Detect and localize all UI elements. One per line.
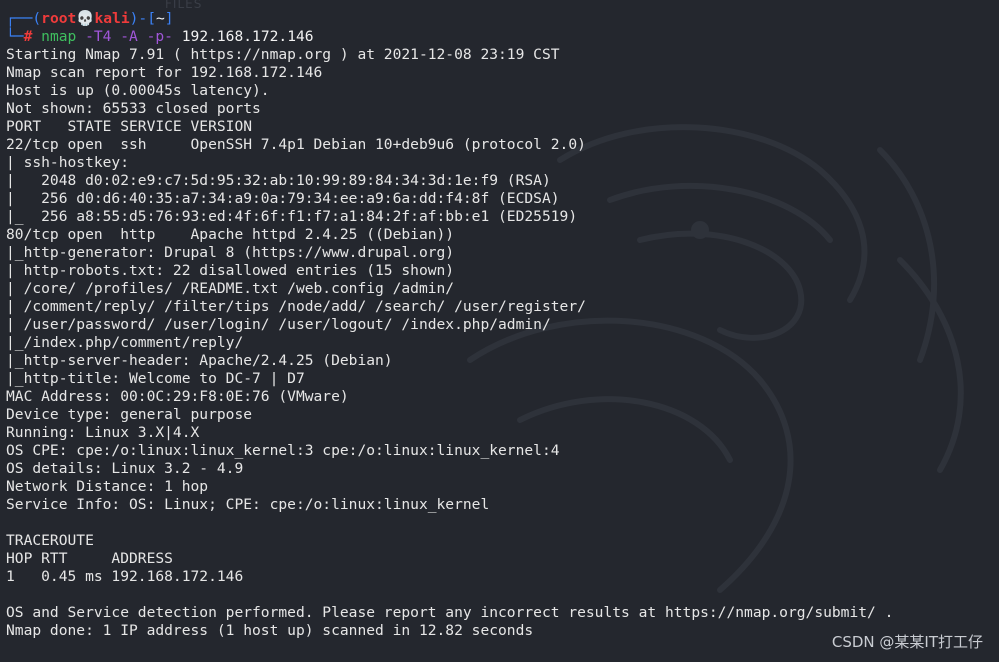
output-line: |_/index.php/comment/reply/ bbox=[6, 334, 244, 351]
prompt-line-2[interactable]: └─# nmap -T4 -A -p- 192.168.172.146 bbox=[6, 28, 993, 46]
prompt-corner-top: ┌──( bbox=[6, 10, 42, 27]
output-line: Running: Linux 3.X|4.X bbox=[6, 424, 200, 441]
output-line: PORT STATE SERVICE VERSION bbox=[6, 118, 253, 135]
command-argument: 192.168.172.146 bbox=[172, 28, 314, 45]
output-line: OS CPE: cpe:/o:linux:linux_kernel:3 cpe:… bbox=[6, 442, 560, 459]
prompt-line-1: ┌──(root💀kali)-[~] bbox=[6, 10, 993, 28]
output-line: |_http-title: Welcome to DC-7 | D7 bbox=[6, 370, 305, 387]
output-line: Device type: general purpose bbox=[6, 406, 253, 423]
output-line: Not shown: 65533 closed ports bbox=[6, 100, 261, 117]
output-line: Starting Nmap 7.91 ( https://nmap.org ) … bbox=[6, 46, 560, 63]
output-line: | ssh-hostkey: bbox=[6, 154, 138, 171]
terminal-window[interactable]: FILES ┌──(root💀kali)-[~] └─# nmap -T4 -A… bbox=[0, 0, 999, 662]
command-options: -T4 -A -p- bbox=[76, 28, 173, 45]
output-line: Network Distance: 1 hop bbox=[6, 478, 209, 495]
prompt-corner-bottom: └─ bbox=[6, 28, 24, 45]
output-line: 1 0.45 ms 192.168.172.146 bbox=[6, 568, 244, 585]
output-line: | http-robots.txt: 22 disallowed entries… bbox=[6, 262, 455, 279]
prompt-user: root bbox=[41, 10, 77, 27]
output-line: OS details: Linux 3.2 - 4.9 bbox=[6, 460, 244, 477]
prompt-dir: ~ bbox=[156, 10, 165, 27]
output-line: | /core/ /profiles/ /README.txt /web.con… bbox=[6, 280, 463, 297]
prompt-hash: # bbox=[23, 28, 42, 45]
output-line: MAC Address: 00:0C:29:F8:0E:76 (VMware) bbox=[6, 388, 349, 405]
output-line: | /user/password/ /user/login/ /user/log… bbox=[6, 316, 560, 333]
output-line: Host is up (0.00045s latency). bbox=[6, 82, 270, 99]
output-line: 22/tcp open ssh OpenSSH 7.4p1 Debian 10+… bbox=[6, 136, 586, 153]
command-name: nmap bbox=[41, 28, 77, 45]
prompt-host: kali bbox=[94, 10, 130, 27]
csdn-watermark: CSDN @某某IT打工仔 bbox=[831, 633, 983, 651]
output-line: Nmap scan report for 192.168.172.146 bbox=[6, 64, 323, 81]
command-output: Starting Nmap 7.91 ( https://nmap.org ) … bbox=[6, 46, 993, 640]
output-line: |_ 256 a8:55:d5:76:93:ed:4f:6f:f1:f7:a1:… bbox=[6, 208, 578, 225]
output-line: Service Info: OS: Linux; CPE: cpe:/o:lin… bbox=[6, 496, 490, 513]
output-line: TRACEROUTE bbox=[6, 532, 94, 549]
output-line: |_http-server-header: Apache/2.4.25 (Deb… bbox=[6, 352, 393, 369]
output-line: HOP RTT ADDRESS bbox=[6, 550, 173, 567]
output-line: 80/tcp open http Apache httpd 2.4.25 ((D… bbox=[6, 226, 455, 243]
output-line: |_http-generator: Drupal 8 (https://www.… bbox=[6, 244, 455, 261]
prompt-bracket-mid: )-[ bbox=[129, 10, 156, 27]
output-line: | /comment/reply/ /filter/tips /node/add… bbox=[6, 298, 595, 315]
output-line: | 2048 d0:02:e9:c7:5d:95:32:ab:10:99:89:… bbox=[6, 172, 551, 189]
output-line: OS and Service detection performed. Plea… bbox=[6, 604, 894, 621]
output-line: | 256 d0:d6:40:35:a7:34:a9:0a:79:34:ee:a… bbox=[6, 190, 560, 207]
terminal-content: ┌──(root💀kali)-[~] └─# nmap -T4 -A -p- 1… bbox=[6, 10, 993, 640]
skull-icon: 💀 bbox=[76, 10, 95, 27]
prompt-bracket-end: ] bbox=[164, 10, 174, 27]
